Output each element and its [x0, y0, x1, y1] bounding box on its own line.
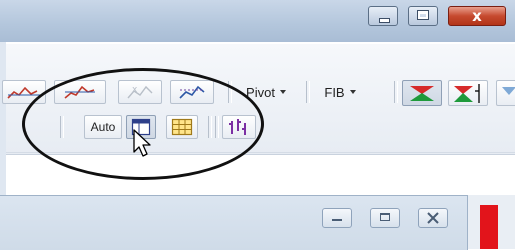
chevron-down-icon [279, 90, 286, 94]
close-icon [427, 212, 439, 224]
pattern-scan-icon [179, 85, 205, 99]
chart-tool-button-1[interactable] [2, 80, 46, 104]
maximize-icon [417, 10, 429, 20]
minimize-icon [332, 219, 342, 221]
close-icon: x [472, 7, 482, 25]
auto-label: Auto [90, 120, 116, 134]
chevron-down-icon [349, 90, 356, 94]
ohlc-bars-icon [229, 119, 246, 135]
trend-chart-icon [7, 86, 40, 99]
close-button[interactable]: x [448, 6, 506, 26]
child-restore-button[interactable] [370, 208, 400, 228]
chart-tool-button-4[interactable] [170, 80, 214, 104]
fib-label: FIB [324, 84, 345, 100]
disabled-pattern-icon: x [127, 85, 153, 99]
auto-button[interactable]: Auto [84, 115, 122, 139]
bar-chart-button[interactable] [222, 115, 256, 139]
toolbar-grip[interactable] [394, 81, 398, 103]
child-minimize-button[interactable] [322, 208, 352, 228]
chart-tool-button-3[interactable]: x [118, 80, 162, 104]
pivot-dropdown[interactable]: Pivot [234, 80, 298, 104]
toolbar-grip[interactable] [306, 81, 310, 103]
toolbar-grip[interactable] [215, 116, 219, 138]
toolbar-grip[interactable] [60, 116, 64, 138]
partial-icon [502, 87, 515, 95]
svg-text:x: x [132, 85, 138, 95]
fib-dropdown[interactable]: FIB [312, 80, 368, 104]
minimize-icon [379, 18, 390, 23]
trend-line-icon [64, 85, 95, 99]
grid-view-button[interactable] [166, 115, 198, 139]
triangle-bar-icon [454, 84, 480, 103]
toolbar-divider [0, 152, 515, 153]
red-indicator [480, 205, 498, 249]
grid-table-icon [171, 118, 193, 136]
minimize-button[interactable] [368, 6, 398, 26]
restore-icon [380, 213, 390, 221]
pivot-label: Pivot [246, 84, 275, 100]
triangle-signal-icon [410, 86, 434, 101]
chart-tool-button-2[interactable] [54, 80, 106, 104]
child-close-button[interactable] [418, 208, 448, 228]
maximize-button[interactable] [408, 6, 438, 26]
child-window-titlebar [0, 195, 468, 250]
toolbar-grip[interactable] [208, 116, 212, 138]
signal-bar-button[interactable] [448, 80, 488, 106]
mouse-pointer-icon [133, 129, 151, 157]
buy-sell-signal-button[interactable] [402, 80, 442, 106]
next-toolbar-button[interactable] [496, 80, 515, 106]
toolbar-grip[interactable] [228, 81, 232, 103]
